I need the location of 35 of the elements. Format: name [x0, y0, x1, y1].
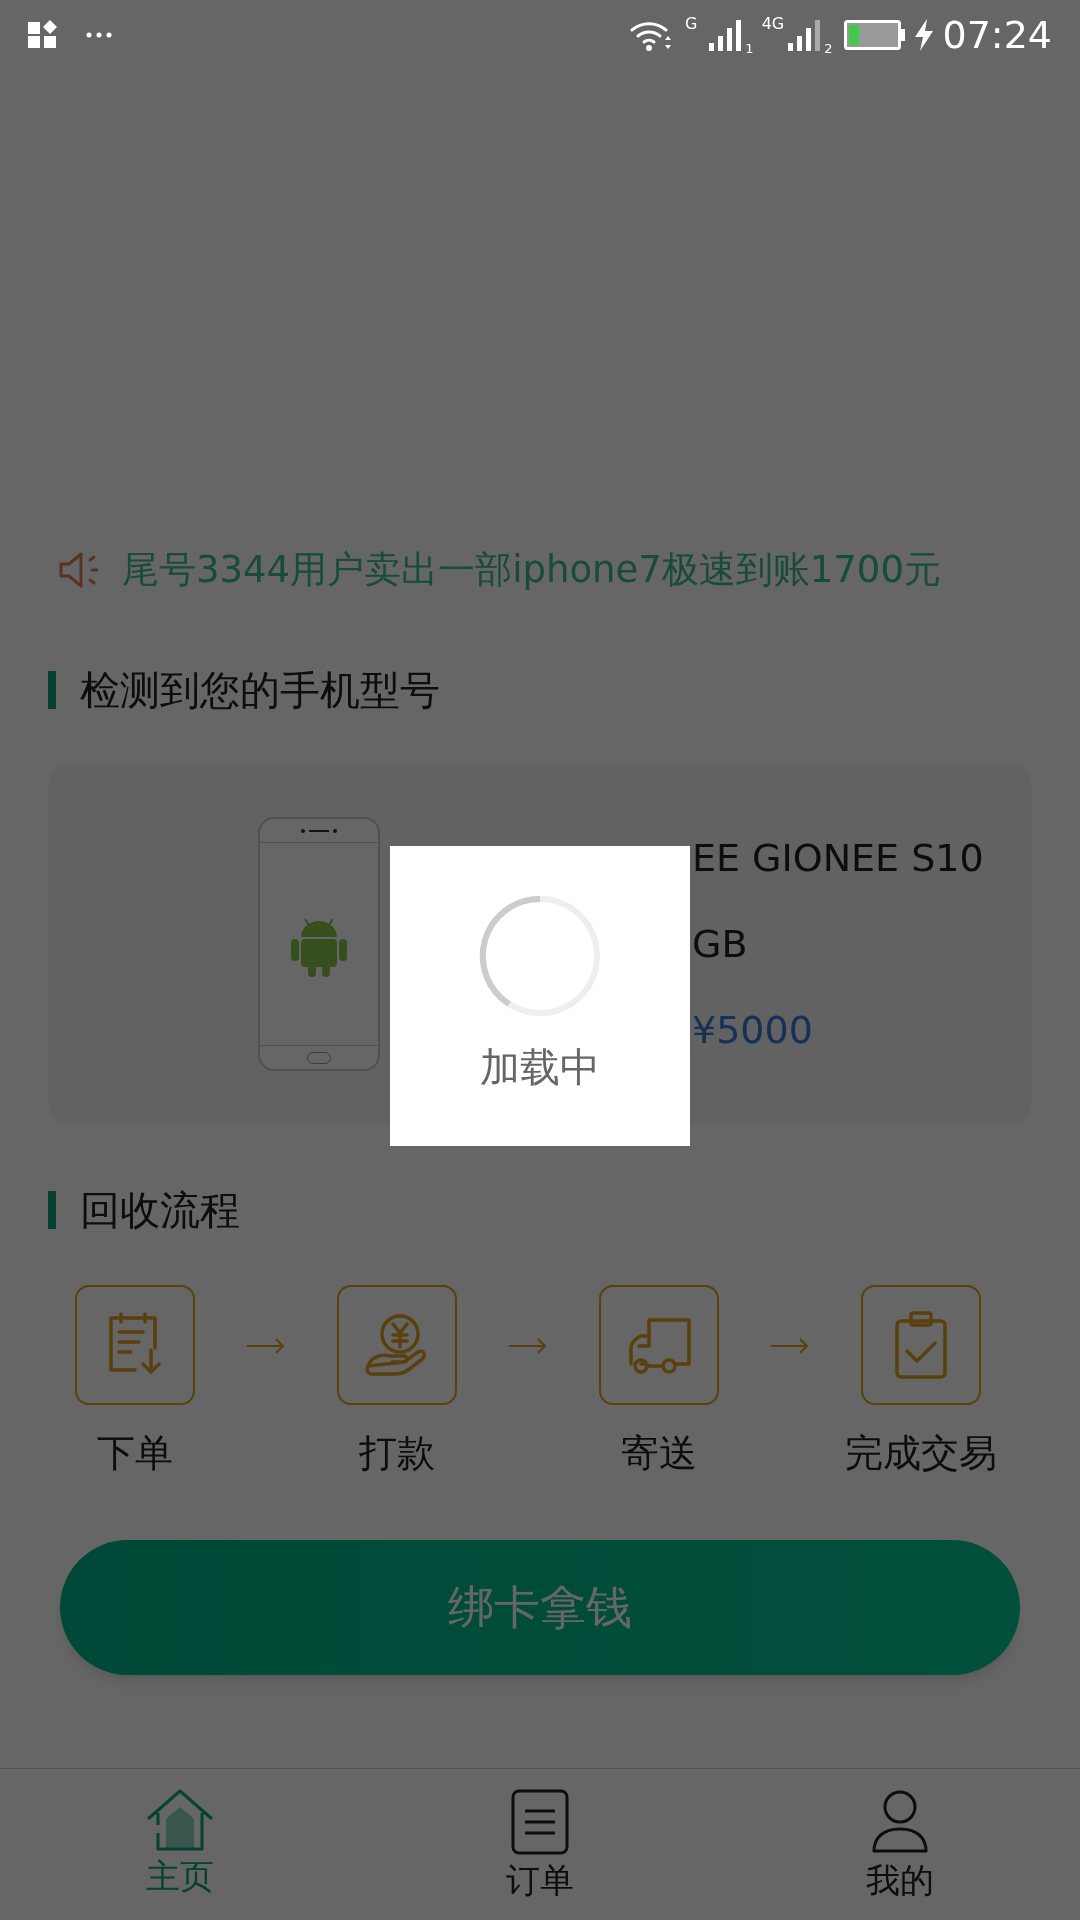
phone-model: EE GIONEE S10	[692, 835, 984, 882]
network-type: 4G	[761, 13, 785, 35]
battery-icon	[844, 20, 907, 50]
house-icon	[146, 1789, 214, 1851]
loading-spinner-icon	[479, 895, 601, 1017]
apps-icon	[28, 20, 58, 50]
charging-icon	[914, 19, 935, 51]
ticker-text: 尾号3344用户卖出一部iphone7极速到账1700元	[122, 547, 941, 594]
arrow-icon	[770, 1337, 810, 1355]
section-title: 回收流程	[80, 1186, 240, 1235]
step-label: 完成交易	[845, 1430, 997, 1477]
network-type: G	[684, 13, 698, 35]
tab-bar-item[interactable]: 我的	[720, 1769, 1080, 1920]
loading-text: 加载中	[480, 1043, 600, 1092]
phone-storage: GB	[692, 921, 749, 968]
clock: 07:24	[942, 11, 1052, 59]
person-icon	[871, 1789, 929, 1855]
more-icon	[86, 32, 112, 38]
section-title: 检测到您的手机型号	[80, 666, 440, 715]
signal-icon	[709, 19, 744, 51]
arrow-icon	[508, 1337, 548, 1355]
section-accent-bar	[48, 671, 56, 709]
estimated-price: ¥5000	[692, 1007, 814, 1054]
step-label: 下单	[97, 1430, 173, 1477]
step-label: 打款	[359, 1430, 435, 1477]
arrow-icon	[246, 1337, 286, 1355]
bind-card-button[interactable]: 绑卡拿钱	[60, 1540, 1020, 1675]
sim-number: 1	[745, 39, 754, 58]
signal-icon	[788, 19, 823, 51]
tab-bar-item[interactable]: 订单	[360, 1769, 720, 1920]
sim-number: 2	[824, 39, 833, 58]
tab-bar-item[interactable]: 主页	[0, 1769, 360, 1920]
document-icon	[511, 1789, 569, 1855]
section-accent-bar	[48, 1191, 56, 1229]
step-label: 寄送	[621, 1430, 697, 1477]
